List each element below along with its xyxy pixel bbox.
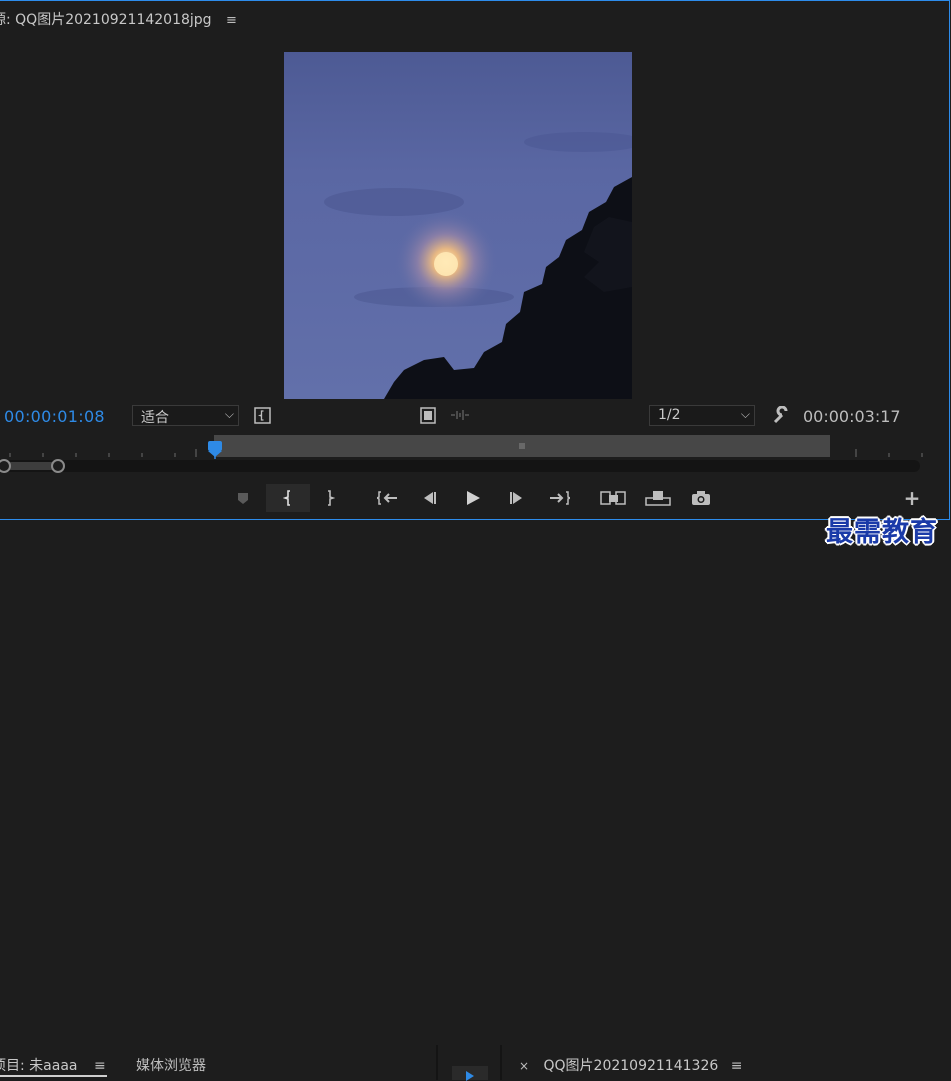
- close-icon[interactable]: ×: [519, 1059, 529, 1073]
- tab-project-label: 项目: 未aaaa: [0, 1058, 78, 1074]
- zoom-scrollbar-track[interactable]: [0, 460, 920, 472]
- go-to-out-button[interactable]: [546, 484, 574, 512]
- insert-icon: [600, 491, 626, 505]
- resolution-select-value: 1/2: [658, 407, 681, 423]
- video-preview: [284, 52, 632, 399]
- step-forward-icon: [510, 492, 522, 504]
- settings-bracket-icon[interactable]: [254, 407, 271, 427]
- source-monitor-title-text: 源: QQ图片20210921142018jpg: [0, 12, 212, 28]
- camera-icon: [692, 491, 710, 505]
- play-button[interactable]: [460, 484, 486, 512]
- source-monitor-panel: 源: QQ图片20210921142018jpg ≡ 00:00:01:08 适: [0, 0, 950, 520]
- play-icon: [466, 1071, 474, 1081]
- tab-project[interactable]: 项目: 未aaaa ≡: [0, 1055, 106, 1075]
- step-back-button[interactable]: [416, 484, 442, 512]
- add-marker-button[interactable]: [232, 484, 254, 512]
- marker-icon: [238, 492, 248, 504]
- program-play-indicator[interactable]: [452, 1066, 488, 1081]
- in-out-range[interactable]: [214, 435, 830, 457]
- chevron-down-icon: ⌵: [740, 407, 750, 421]
- panel-menu-icon[interactable]: ≡: [94, 1058, 106, 1074]
- overwrite-button[interactable]: [643, 484, 673, 512]
- moon-image: [324, 132, 632, 399]
- play-icon: [467, 491, 480, 505]
- tab-media-browser[interactable]: 媒体浏览器: [136, 1055, 206, 1075]
- panel-menu-icon[interactable]: ≡: [731, 1058, 743, 1074]
- resolution-select[interactable]: 1/2 ⌵: [649, 405, 755, 426]
- duration-timecode: 00:00:03:17: [803, 407, 901, 426]
- audio-waveform-icon[interactable]: [450, 409, 470, 424]
- go-to-out-icon: [550, 491, 570, 505]
- chevron-down-icon: ⌵: [224, 407, 234, 421]
- playhead-icon[interactable]: [208, 441, 222, 462]
- tab-sequence-label: QQ图片20210921141326: [543, 1058, 719, 1074]
- go-to-in-button[interactable]: [374, 484, 400, 512]
- bottom-panel-bar: 项目: 未aaaa ≡ 媒体浏览器 × QQ图片20210921141326 ≡: [0, 520, 951, 1081]
- insert-button[interactable]: [598, 484, 628, 512]
- step-forward-button[interactable]: [504, 484, 530, 512]
- mark-out-icon: [328, 490, 335, 506]
- panel-divider: [436, 1045, 438, 1080]
- panel-menu-icon[interactable]: ≡: [226, 13, 237, 28]
- current-timecode[interactable]: 00:00:01:08: [4, 407, 105, 426]
- mark-in-button[interactable]: [266, 484, 310, 512]
- watermark-logo: 最需教育: [826, 517, 938, 548]
- overwrite-icon: [645, 491, 671, 506]
- active-tab-underline: [0, 1075, 107, 1077]
- step-back-icon: [424, 492, 436, 504]
- zoom-handle-right[interactable]: [51, 459, 65, 473]
- source-monitor-title[interactable]: 源: QQ图片20210921142018jpg ≡: [0, 9, 237, 29]
- tab-sequence[interactable]: × QQ图片20210921141326 ≡: [519, 1055, 742, 1075]
- go-to-in-icon: [377, 491, 397, 505]
- mark-in-icon: [283, 490, 290, 506]
- export-frame-button[interactable]: [688, 484, 714, 512]
- wrench-icon[interactable]: [772, 405, 791, 428]
- film-strip-icon[interactable]: [420, 407, 436, 427]
- zoom-select-value: 适合: [141, 410, 169, 426]
- zoom-select[interactable]: 适合 ⌵: [132, 405, 239, 426]
- add-button[interactable]: +: [900, 484, 924, 512]
- panel-divider: [500, 1045, 502, 1080]
- mark-out-button[interactable]: [318, 484, 342, 512]
